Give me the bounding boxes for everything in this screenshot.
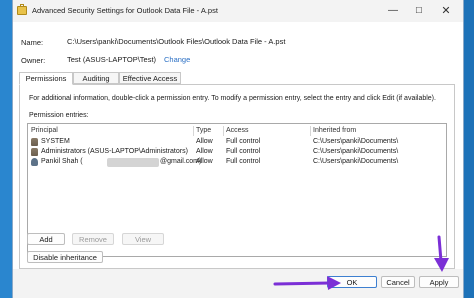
disable-inheritance-button[interactable]: Disable inheritance [27,251,103,263]
tab-auditing[interactable]: Auditing [73,72,119,84]
access-cell: Full control [226,138,261,145]
title-bar: Advanced Security Settings for Outlook D… [13,0,463,22]
view-button[interactable]: View [122,233,164,245]
principal-cell: SYSTEM [41,138,70,145]
permissions-panel: For additional information, double-click… [19,84,455,269]
desktop-wallpaper-left [0,0,12,298]
column-header-access[interactable]: Access [226,127,249,134]
advanced-security-dialog: Advanced Security Settings for Outlook D… [12,0,464,298]
tab-effective-access[interactable]: Effective Access [119,72,181,84]
type-cell: Allow [196,158,213,165]
inherited-from-cell: C:\Users\panki\Documents\ [313,148,399,155]
cancel-button[interactable]: Cancel [381,276,415,288]
users-icon [31,138,38,146]
principal-cell-name: Pankil Shah ( [41,158,83,165]
column-header-type[interactable]: Type [196,127,211,134]
minimize-button[interactable]: — [380,0,406,22]
table-row[interactable]: SYSTEM Allow Full control C:\Users\panki… [28,137,446,147]
column-divider [193,126,194,136]
type-cell: Allow [196,148,213,155]
owner-label: Owner: [21,56,46,65]
column-header-principal[interactable]: Principal [31,127,58,134]
access-cell: Full control [226,158,261,165]
access-cell: Full control [226,148,261,155]
inherited-from-cell: C:\Users\panki\Documents\ [313,138,399,145]
user-icon [31,158,38,166]
change-owner-link[interactable]: Change [164,55,190,64]
apply-button[interactable]: Apply [419,276,459,288]
table-row[interactable]: Pankil Shah ( @gmail.com) Allow Full con… [28,157,446,167]
close-button[interactable]: ✕ [433,0,459,22]
principal-cell: Administrators (ASUS-LAPTOP\Administrato… [41,148,188,155]
type-cell: Allow [196,138,213,145]
column-divider [223,126,224,136]
permissions-info-text: For additional information, double-click… [29,95,436,102]
redacted-email-block [107,158,159,167]
name-value[interactable]: C:\Users\panki\Documents\Outlook Files\O… [67,37,443,47]
folder-icon [17,4,27,15]
maximize-button[interactable]: ☐ [406,0,432,22]
add-button[interactable]: Add [27,233,65,245]
table-row[interactable]: Administrators (ASUS-LAPTOP\Administrato… [28,147,446,157]
column-header-inherited-from[interactable]: Inherited from [313,127,356,134]
inherited-from-cell: C:\Users\panki\Documents\ [313,158,399,165]
column-divider [310,126,311,136]
permission-entries-label: Permission entries: [29,112,89,119]
ok-button[interactable]: OK [327,276,377,288]
remove-button[interactable]: Remove [72,233,114,245]
owner-value: Test (ASUS-LAPTOP\Test) [67,55,157,64]
window-title: Advanced Security Settings for Outlook D… [32,6,218,15]
dialog-footer: OK Cancel Apply [13,269,463,298]
users-icon [31,148,38,156]
tab-permissions[interactable]: Permissions [19,72,73,85]
name-label: Name: [21,38,44,47]
